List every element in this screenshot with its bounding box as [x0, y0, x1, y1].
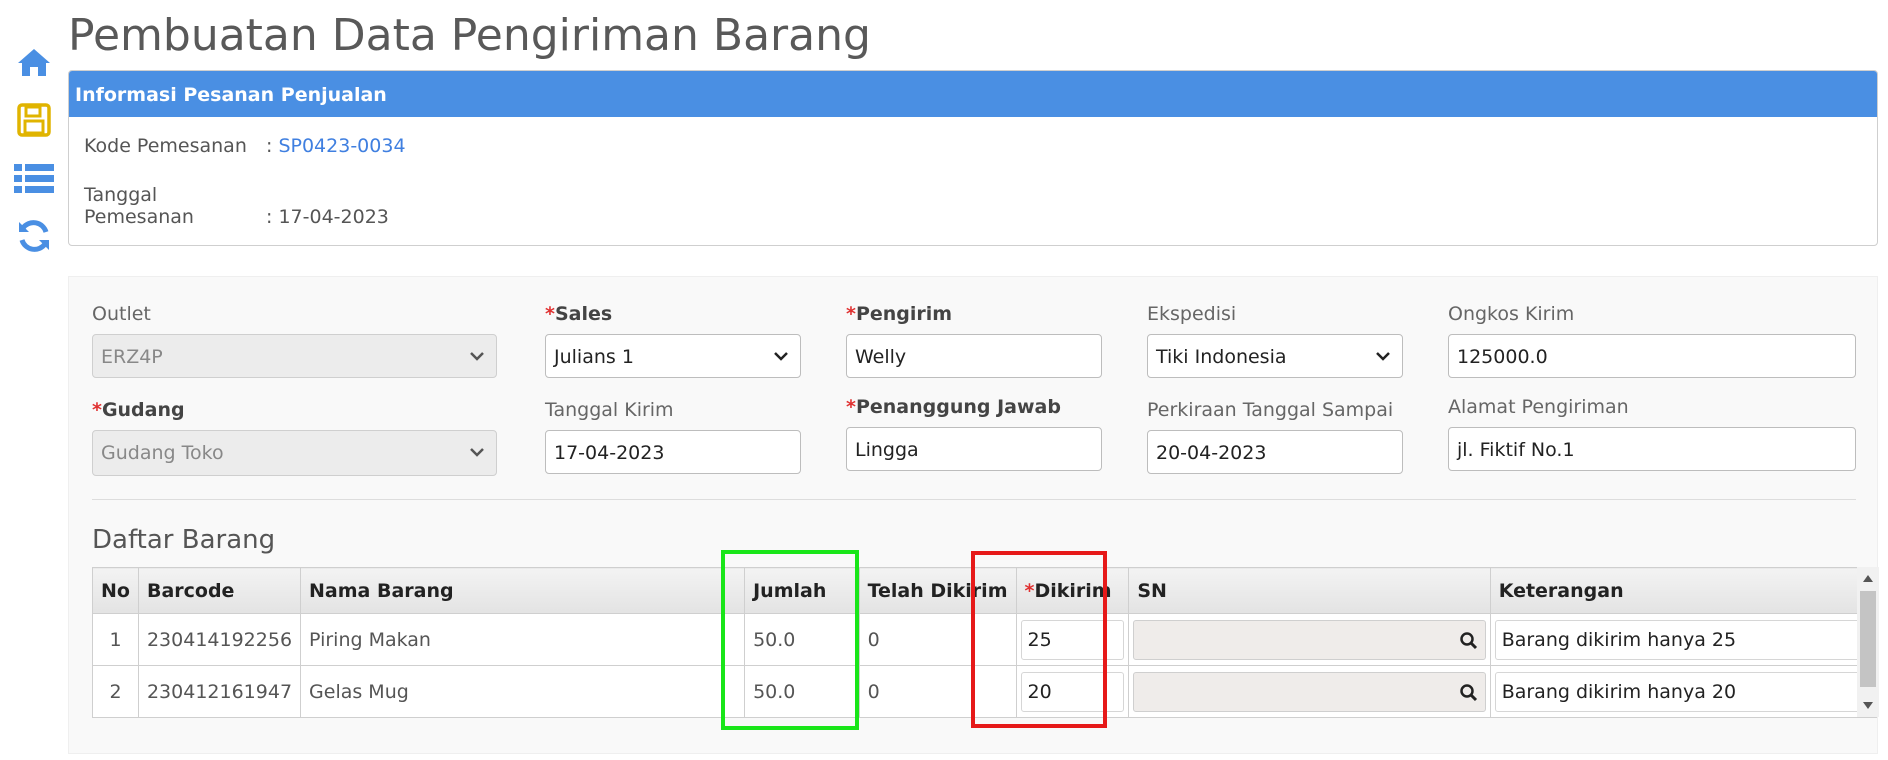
row-notes-cell: Barang dikirim hanya 20: [1489, 665, 1878, 718]
sender-label-text: Pengirim: [855, 303, 953, 325]
row-item-name: Piring Makan: [300, 613, 746, 666]
quantity-column-highlight: [721, 550, 859, 730]
sn-lookup-input[interactable]: [1133, 619, 1486, 660]
shipping-cost-input[interactable]: 125000.0: [1448, 334, 1856, 378]
required-mark: *: [92, 399, 102, 421]
sn-lookup-input[interactable]: [1133, 671, 1486, 712]
notes-input[interactable]: Barang dikirim hanya 20: [1494, 671, 1872, 712]
order-code-label: Kode Pemesanan: [84, 135, 247, 157]
warehouse-label-text: Gudang: [101, 399, 185, 421]
sender-label: *Pengirim: [846, 303, 952, 325]
shipping-cost-label: Ongkos Kirim: [1448, 303, 1575, 325]
row-item-name: Gelas Mug: [300, 665, 746, 718]
expedition-label: Ekspedisi: [1147, 303, 1237, 325]
required-mark: *: [846, 396, 856, 418]
estimated-arrival-input[interactable]: 20-04-2023: [1147, 430, 1403, 474]
shipping-address-input[interactable]: jl. Fiktif No.1: [1448, 427, 1856, 471]
notes-input[interactable]: Barang dikirim hanya 25: [1494, 619, 1872, 660]
page-title: Pembuatan Data Pengiriman Barang: [68, 10, 871, 61]
col-header-item-name: Nama Barang: [300, 567, 746, 614]
estimated-arrival-label: Perkiraan Tanggal Sampai: [1147, 399, 1394, 421]
order-date-label: Tanggal Pemesanan: [84, 184, 194, 228]
warehouse-value: Gudang Toko: [101, 442, 224, 464]
table-scrollbar[interactable]: [1857, 567, 1879, 717]
refresh-icon[interactable]: [14, 216, 54, 256]
ship-date-input[interactable]: 17-04-2023: [545, 430, 801, 474]
row-sn-cell: [1128, 665, 1491, 718]
outlet-label: Outlet: [92, 303, 151, 325]
item-list-title: Daftar Barang: [92, 525, 276, 555]
required-mark: *: [545, 303, 555, 325]
sent-column-highlight: [971, 551, 1107, 728]
order-date-value: 17-04-2023: [278, 206, 389, 228]
chevron-down-icon: [470, 448, 484, 457]
divider: [92, 499, 1856, 500]
separator: :: [266, 135, 273, 157]
outlet-select: ERZ4P: [92, 334, 497, 378]
separator: :: [266, 206, 273, 228]
chevron-down-icon: [774, 352, 788, 361]
warehouse-select: Gudang Toko: [92, 430, 497, 476]
col-header-no: No: [92, 567, 139, 614]
scroll-down-icon[interactable]: [1862, 701, 1874, 711]
chevron-down-icon: [1376, 352, 1390, 361]
responsible-label: *Penanggung Jawab: [846, 396, 1061, 418]
order-code-link[interactable]: SP0423-0034: [278, 135, 405, 157]
sales-order-info-panel: Informasi Pesanan Penjualan Kode Pemesan…: [68, 70, 1878, 246]
col-header-notes: Keterangan: [1489, 567, 1878, 614]
sales-value: Julians 1: [554, 346, 634, 368]
home-icon[interactable]: [14, 42, 54, 82]
responsible-label-text: Penanggung Jawab: [855, 396, 1061, 418]
scroll-up-icon[interactable]: [1862, 573, 1874, 583]
chevron-down-icon: [470, 352, 484, 361]
sales-select[interactable]: Julians 1: [545, 334, 801, 378]
warehouse-label: *Gudang: [92, 399, 185, 421]
search-icon[interactable]: [1459, 631, 1479, 651]
sender-input[interactable]: Welly: [846, 334, 1102, 378]
row-sn-cell: [1128, 613, 1491, 666]
ship-date-label: Tanggal Kirim: [545, 399, 674, 421]
row-barcode: 230412161947: [137, 665, 302, 718]
row-barcode: 230414192256: [137, 613, 302, 666]
search-icon[interactable]: [1459, 683, 1479, 703]
responsible-input[interactable]: Lingga: [846, 427, 1102, 471]
expedition-select[interactable]: Tiki Indonesia: [1147, 334, 1403, 378]
row-notes-cell: Barang dikirim hanya 25: [1489, 613, 1878, 666]
col-header-sn: SN: [1128, 567, 1491, 614]
sales-label-text: Sales: [554, 303, 613, 325]
sidebar: [0, 0, 68, 760]
row-no: 2: [92, 665, 139, 718]
col-header-barcode: Barcode: [137, 567, 302, 614]
shipping-address-label: Alamat Pengiriman: [1448, 396, 1629, 418]
row-no: 1: [92, 613, 139, 666]
save-icon[interactable]: [14, 100, 54, 140]
sales-label: *Sales: [545, 303, 612, 325]
order-code-row: Kode Pemesanan: SP0423-0034: [84, 135, 406, 157]
expedition-value: Tiki Indonesia: [1156, 346, 1287, 368]
info-panel-header: Informasi Pesanan Penjualan: [69, 71, 1877, 117]
required-mark: *: [846, 303, 856, 325]
list-icon[interactable]: [14, 158, 54, 198]
order-date-row: Tanggal Pemesanan: 17-04-2023: [84, 184, 389, 228]
scrollbar-thumb[interactable]: [1860, 591, 1876, 687]
outlet-value: ERZ4P: [101, 346, 163, 368]
